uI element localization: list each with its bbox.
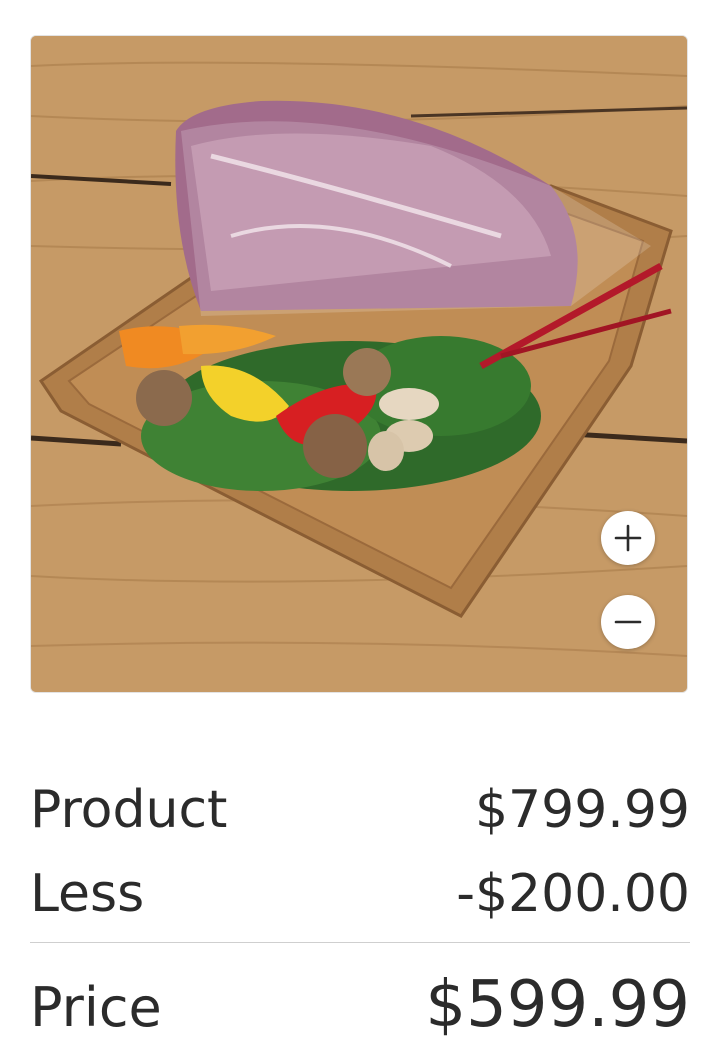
product-photo-illustration	[31, 36, 687, 692]
price-label: Price	[30, 976, 162, 1039]
less-label: Less	[30, 864, 145, 924]
zoom-out-button[interactable]	[601, 595, 655, 649]
product-value: $799.99	[474, 780, 690, 840]
plus-icon	[613, 523, 643, 553]
discount-row: Less -$200.00	[30, 864, 690, 924]
minus-icon	[613, 607, 643, 637]
product-price-row: Product $799.99	[30, 780, 690, 840]
product-image[interactable]	[30, 35, 688, 693]
price-value: $599.99	[425, 968, 690, 1042]
final-price-row: Price $599.99	[30, 968, 690, 1042]
divider	[30, 942, 690, 943]
zoom-in-button[interactable]	[601, 511, 655, 565]
less-value: -$200.00	[456, 864, 690, 924]
product-label: Product	[30, 780, 228, 840]
